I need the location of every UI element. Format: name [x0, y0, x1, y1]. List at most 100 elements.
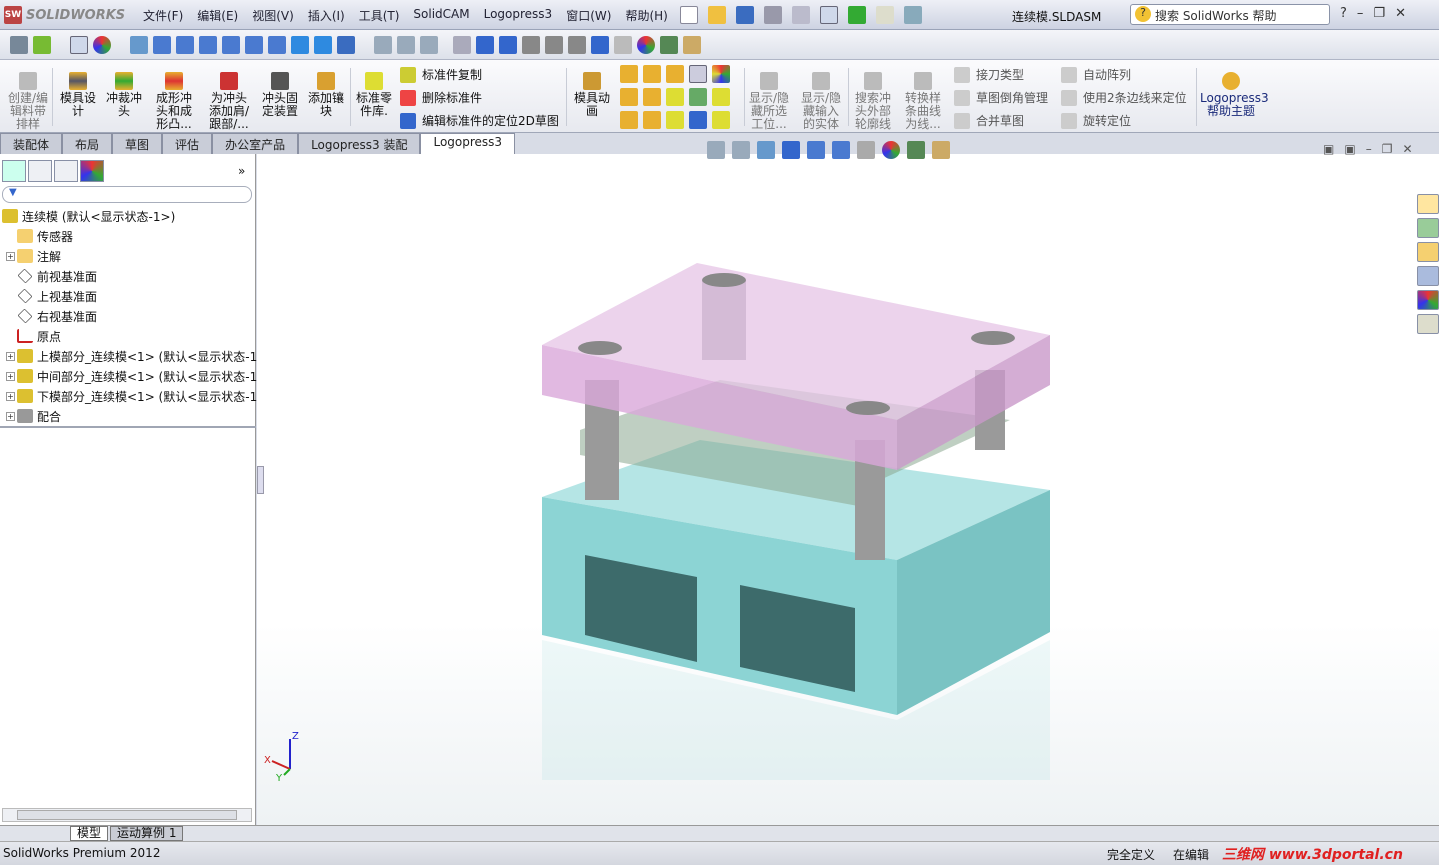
model-3d-view[interactable] [257, 154, 1439, 825]
tree-item[interactable]: 传感器 [2, 226, 257, 246]
show-hide-input-button[interactable]: 显示/隐藏输入的实体 [800, 72, 842, 131]
new-icon[interactable] [680, 6, 698, 24]
menu-tools[interactable]: 工具(T) [352, 7, 407, 24]
solidworks-logo[interactable]: SW SOLIDWORKS [4, 4, 125, 26]
menu-file[interactable]: 文件(F) [136, 7, 190, 24]
tool-icon[interactable] [666, 88, 684, 106]
tree-item[interactable]: + 配合 [2, 406, 257, 426]
standard-library-button[interactable]: 标准零件库. [354, 72, 394, 118]
tree-item[interactable]: 上视基准面 [2, 286, 257, 306]
menu-insert[interactable]: 插入(I) [301, 7, 352, 24]
horizontal-scrollbar[interactable] [2, 808, 252, 822]
graphics-viewport[interactable]: ▣ ▣ – ❐ ✕ Z X Y [257, 141, 1439, 825]
tool-icon[interactable] [643, 65, 661, 83]
configuration-manager-tab[interactable] [54, 160, 78, 182]
tool-icon[interactable] [689, 111, 707, 129]
tool-icon[interactable] [689, 65, 707, 83]
close-button[interactable]: ✕ [1395, 6, 1406, 21]
save-icon[interactable] [736, 6, 754, 24]
view-icon[interactable] [245, 35, 263, 54]
scene-icon[interactable] [660, 35, 678, 54]
tree-filter-input[interactable]: ▼ [2, 186, 252, 203]
view-icon[interactable] [176, 35, 194, 54]
view-icon[interactable] [545, 35, 563, 54]
tab-assembly[interactable]: 装配体 [0, 133, 63, 154]
toolbar-icon[interactable] [10, 35, 28, 54]
appearance-icon[interactable] [637, 35, 655, 54]
tool-icon[interactable] [712, 88, 730, 106]
tool-icon[interactable] [643, 111, 661, 129]
display-icon[interactable] [683, 35, 701, 54]
tab-motion-study[interactable]: 运动算例 1 [110, 826, 184, 841]
tool-icon[interactable] [620, 88, 638, 106]
convert-spline-button[interactable]: 转换样条曲线为线... [902, 72, 944, 131]
menu-help[interactable]: 帮助(H) [618, 7, 674, 24]
view-icon[interactable] [314, 35, 332, 54]
menu-view[interactable]: 视图(V) [245, 7, 301, 24]
view-icon[interactable] [337, 35, 355, 54]
select-icon[interactable] [820, 6, 838, 24]
search-punch-contour-button[interactable]: 搜索冲头外部轮廓线 [852, 72, 894, 131]
options-icon[interactable] [904, 6, 922, 24]
view-icon[interactable] [453, 35, 471, 54]
tree-item[interactable]: + 上模部分_连续模<1> (默认<显示状态-1 [2, 346, 257, 366]
tool-icon[interactable] [666, 65, 684, 83]
open-icon[interactable] [708, 6, 726, 24]
rotate-icon[interactable] [499, 35, 517, 54]
logopress-help-button[interactable]: Logopress3 帮助主题 [1200, 72, 1269, 118]
property-manager-tab[interactable] [28, 160, 52, 182]
view-icon[interactable] [614, 35, 632, 54]
strip-layout-button[interactable]: 创建/编辑料带排样 [6, 72, 50, 131]
tool-icon[interactable] [620, 65, 638, 83]
menu-edit[interactable]: 编辑(E) [190, 7, 245, 24]
panel-divider[interactable] [0, 426, 256, 428]
joint-type-button[interactable]: 接刀类型 [954, 66, 1024, 83]
menu-solidcam[interactable]: SolidCAM [406, 7, 476, 24]
zoom-icon[interactable] [374, 35, 392, 54]
tab-office[interactable]: 办公室产品 [212, 133, 299, 154]
copy-standard-button[interactable]: 标准件复制 [400, 66, 482, 83]
tool-icon[interactable] [712, 65, 730, 83]
view-icon[interactable] [199, 35, 217, 54]
menu-logopress3[interactable]: Logopress3 [477, 7, 560, 24]
tab-model[interactable]: 模型 [70, 826, 109, 841]
appearance-icon[interactable] [93, 35, 111, 54]
select-icon[interactable] [70, 35, 88, 54]
delete-standard-button[interactable]: 删除标准件 [400, 89, 482, 106]
rebuild-icon[interactable] [848, 6, 866, 24]
two-edge-position-button[interactable]: 使用2条边线来定位 [1061, 89, 1187, 106]
feature-tree-tab[interactable] [2, 160, 26, 182]
help-search-input[interactable]: ? 搜索 SolidWorks 帮助 [1130, 4, 1330, 25]
tool-icon[interactable] [712, 111, 730, 129]
auto-pattern-button[interactable]: 自动阵列 [1061, 66, 1131, 83]
tab-logopress3[interactable]: Logopress3 [420, 133, 516, 155]
expand-panel-icon[interactable]: » [238, 164, 245, 178]
view-icon[interactable] [268, 35, 286, 54]
menu-window[interactable]: 窗口(W) [559, 7, 618, 24]
view-icon[interactable] [476, 35, 494, 54]
view-icon[interactable] [568, 35, 586, 54]
punch-shoulder-button[interactable]: 为冲头添加肩/跟部/... [206, 72, 252, 131]
expand-icon[interactable]: + [6, 371, 15, 381]
tool-icon[interactable] [666, 111, 684, 129]
view-icon[interactable] [522, 35, 540, 54]
punch-retainer-button[interactable]: 冲头固定装置 [260, 72, 300, 118]
tree-item[interactable]: 前视基准面 [2, 266, 257, 286]
expand-icon[interactable]: + [6, 391, 15, 401]
tool-icon[interactable] [643, 88, 661, 106]
zoom-area-icon[interactable] [397, 35, 415, 54]
print-icon[interactable] [764, 6, 782, 24]
chamfer-manager-button[interactable]: 草图倒角管理 [954, 89, 1048, 106]
view-icon[interactable] [591, 35, 609, 54]
tab-logopress3-assembly[interactable]: Logopress3 装配 [298, 133, 421, 154]
die-animation-button[interactable]: 模具动画 [572, 72, 612, 118]
move-icon[interactable] [130, 35, 148, 54]
section-icon[interactable] [420, 35, 438, 54]
display-manager-tab[interactable] [80, 160, 104, 182]
undo-icon[interactable] [792, 6, 810, 24]
show-hide-stations-button[interactable]: 显示/隐藏所选工位... [748, 72, 790, 131]
forming-punch-button[interactable]: 成形冲头和成形凸... [152, 72, 196, 131]
tool-icon[interactable] [689, 88, 707, 106]
file-properties-icon[interactable] [876, 6, 894, 24]
tool-icon[interactable] [620, 111, 638, 129]
